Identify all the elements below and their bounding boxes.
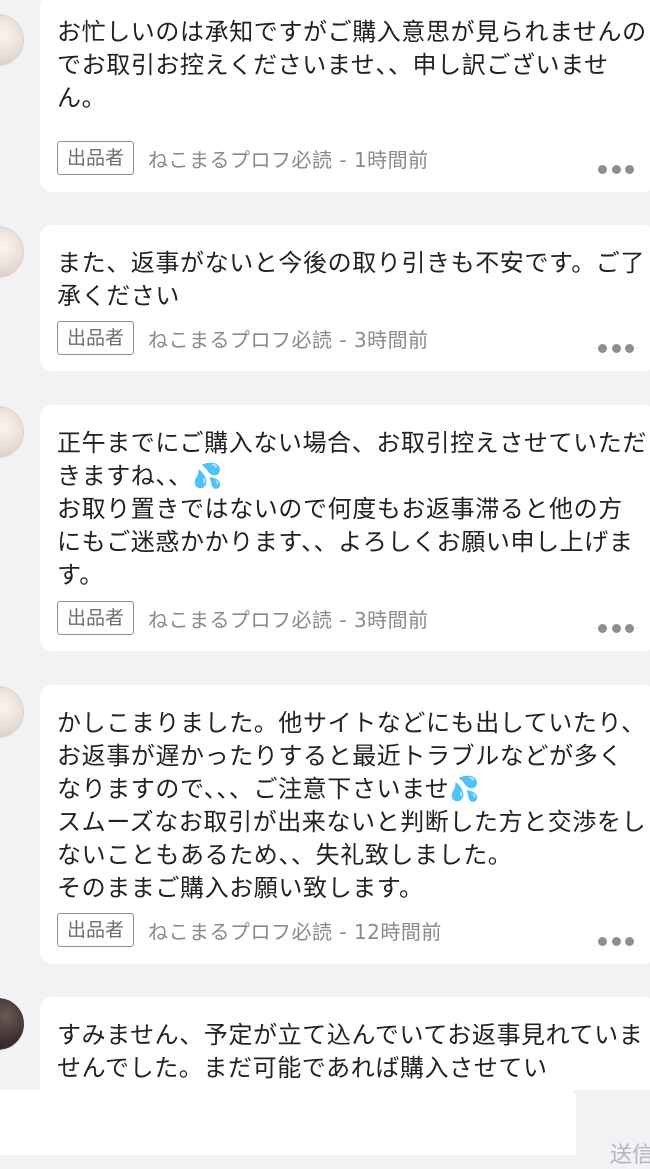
seller-badge: 出品者: [57, 913, 135, 947]
seller-badge: 出品者: [57, 321, 135, 355]
message-time: 3時間前: [353, 607, 429, 632]
seller-badge: 出品者: [57, 141, 135, 175]
message-meta: 出品者 ねこまるプロフ必読 - 3時間前: [57, 601, 429, 635]
message-text: 正午までにご購入ない場合、お取引控えさせていただきますね、、💦 お取り置きではな…: [57, 429, 647, 589]
message-bubble: すみません、予定が立て込んでいてお返事見れていませんでした。まだ可能であれば購入…: [40, 997, 650, 1090]
sender-line: ねこまるプロフ必読 - 1時間前: [148, 147, 429, 172]
message-input[interactable]: [0, 1090, 576, 1155]
message-time: 12時間前: [353, 919, 442, 944]
seller-badge: 出品者: [57, 601, 135, 635]
message-thread[interactable]: お忙しいのは承知ですがご購入意思が見られませんのでお取引お控えくださいませ、、申…: [0, 0, 650, 1090]
message-bubble: かしこまりました。他サイトなどにも出していたり、お返事が遅かったりすると最近トラ…: [40, 685, 650, 964]
more-options-icon[interactable]: [598, 343, 634, 353]
sender-name: ねこまるプロフ必読: [148, 327, 333, 352]
more-options-icon[interactable]: [598, 936, 634, 946]
message-time: 3時間前: [353, 327, 429, 352]
send-button[interactable]: 送信: [610, 1137, 650, 1169]
avatar[interactable]: [0, 406, 24, 458]
avatar[interactable]: [0, 14, 24, 66]
sender-name: ねこまるプロフ必読: [148, 919, 333, 944]
send-area: 送信: [576, 1090, 650, 1168]
avatar[interactable]: [0, 686, 24, 738]
message-text: また、返事がないと今後の取り引きも不安です。ご了承ください: [57, 249, 645, 310]
sender-line: ねこまるプロフ必読 - 3時間前: [148, 607, 429, 632]
message-text: かしこまりました。他サイトなどにも出していたり、お返事が遅かったりすると最近トラ…: [57, 709, 647, 902]
message-bubble: また、返事がないと今後の取り引きも不安です。ご了承ください 出品者 ねこまるプロ…: [40, 225, 650, 371]
sender-name: ねこまるプロフ必読: [148, 607, 333, 632]
sender-name: ねこまるプロフ必読: [148, 147, 333, 172]
message-bubble: 正午までにご購入ない場合、お取引控えさせていただきますね、、💦 お取り置きではな…: [40, 405, 650, 651]
sender-line: ねこまるプロフ必読 - 3時間前: [148, 327, 429, 352]
message-text: すみません、予定が立て込んでいてお返事見れていませんでした。まだ可能であれば購入…: [57, 1021, 644, 1082]
avatar[interactable]: [0, 998, 24, 1050]
message-bubble: お忙しいのは承知ですがご購入意思が見られませんのでお取引お控えくださいませ、、申…: [40, 0, 650, 192]
message-time: 1時間前: [353, 147, 429, 172]
message-meta: 出品者 ねこまるプロフ必読 - 1時間前: [57, 141, 429, 175]
message-text: お忙しいのは承知ですがご購入意思が見られませんのでお取引お控えくださいませ、、申…: [57, 18, 647, 112]
message-meta: 出品者 ねこまるプロフ必読 - 3時間前: [57, 321, 429, 355]
avatar[interactable]: [0, 226, 24, 278]
more-options-icon[interactable]: [598, 164, 634, 174]
message-meta: 出品者 ねこまるプロフ必読 - 12時間前: [57, 913, 442, 947]
more-options-icon[interactable]: [598, 623, 634, 633]
sender-line: ねこまるプロフ必読 - 12時間前: [148, 919, 442, 944]
